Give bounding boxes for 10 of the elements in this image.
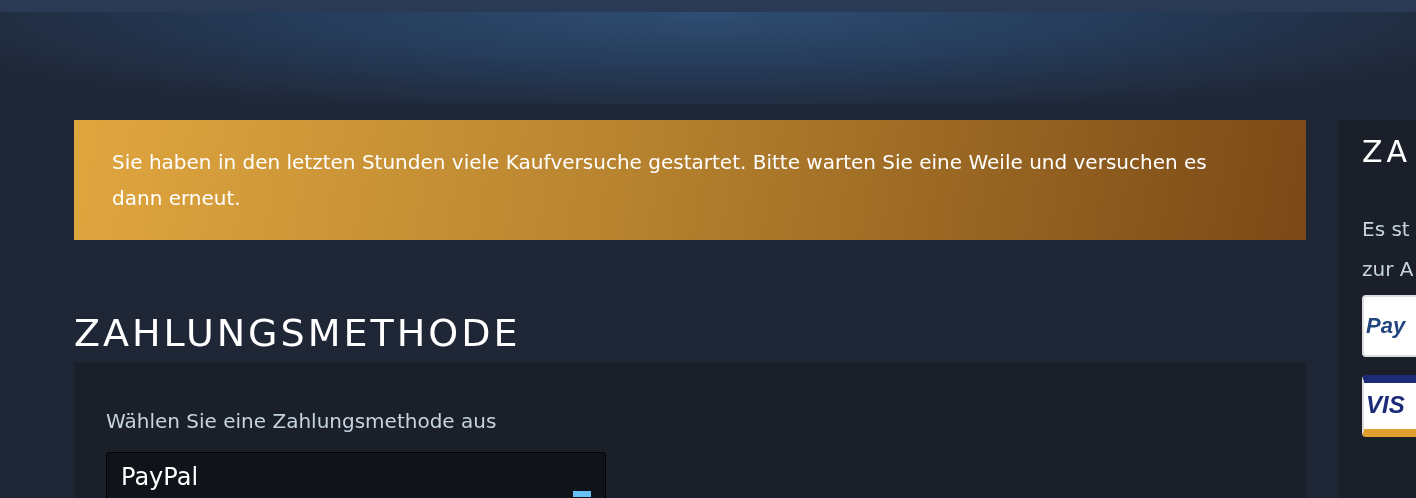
visa-logo: VIS [1362, 375, 1416, 437]
warning-text: Sie haben in den letzten Stunden viele Kaufversuche gestartet. Bitte warten Sie eine Weile und versuchen es dann erneut. [112, 149, 1208, 212]
caret-icon [573, 491, 591, 497]
paypal-logo: Pay [1362, 295, 1416, 357]
section-title: ZAHLUNGSMETHODE [74, 310, 522, 357]
field-label: Wählen Sie eine Zahlungsmethode aus [106, 408, 498, 435]
sidebar-title: ZA [1362, 134, 1413, 169]
payment-method-dropdown[interactable]: PayPal [106, 452, 606, 498]
sidebar-text: Es st [1362, 216, 1411, 243]
sidebar-text: zur A [1362, 256, 1415, 283]
